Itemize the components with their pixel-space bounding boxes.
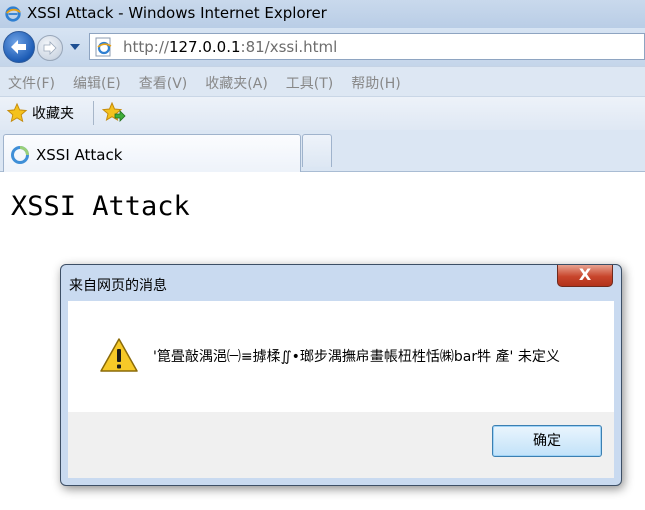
navigation-bar: http://127.0.0.1:81/xssi.html (0, 28, 645, 66)
url-scheme: http:// (123, 38, 169, 56)
menu-tools[interactable]: 工具(T) (286, 73, 333, 93)
menu-file[interactable]: 文件(F) (8, 73, 55, 93)
menu-favorites[interactable]: 收藏夹(A) (205, 73, 268, 93)
ok-button[interactable]: 确定 (492, 425, 602, 457)
ie-logo-icon (5, 6, 21, 22)
page-ie-icon (95, 37, 112, 57)
favorites-bar: 收藏夹 (0, 96, 645, 130)
loading-icon (11, 146, 29, 164)
forward-button[interactable] (37, 35, 63, 61)
url-host: 127.0.0.1 (168, 38, 241, 56)
tab-xssi-attack[interactable]: XSSI Attack (3, 134, 301, 172)
dialog-message: '箟畳敲湡浥㈠≡摢楺∬•瑯步湡撫帍畫帳杻栍恬㈱bar牪 產' 未定义 (153, 349, 560, 365)
url-path: :81/xssi.html (240, 38, 338, 56)
menu-help[interactable]: 帮助(H) (351, 73, 400, 93)
dialog-footer: 确定 (68, 412, 614, 478)
new-tab-button[interactable] (302, 134, 332, 167)
dialog-close-button[interactable]: X (557, 265, 613, 287)
menu-edit[interactable]: 编辑(E) (73, 73, 121, 93)
recent-pages-dropdown-icon[interactable] (69, 41, 81, 53)
tab-strip: XSSI Attack (0, 130, 645, 172)
dialog-body: '箟畳敲湡浥㈠≡摢楺∬•瑯步湡撫帍畫帳杻栍恬㈱bar牪 產' 未定义 (68, 301, 614, 412)
add-to-favorites-bar-icon[interactable] (102, 102, 126, 124)
close-icon: X (578, 265, 592, 284)
dialog-title-bar[interactable]: 来自网页的消息 X (61, 265, 621, 301)
alert-dialog: 来自网页的消息 X '箟畳敲湡浥㈠≡摢楺∬•瑯步湡撫帍畫帳杻栍恬㈱bar牪 產'… (60, 264, 622, 486)
url-text[interactable]: http://127.0.0.1:81/xssi.html (123, 38, 337, 56)
tab-label: XSSI Attack (36, 146, 123, 164)
favorites-separator (93, 101, 94, 125)
dialog-title: 来自网页的消息 (69, 278, 167, 294)
warning-icon (100, 338, 138, 372)
menu-view[interactable]: 查看(V) (139, 73, 188, 93)
page-heading: XSSI Attack (11, 191, 190, 222)
ie-window: XSSI Attack - Windows Internet Explorer … (0, 0, 645, 510)
arrow-left-icon (11, 40, 26, 54)
arrow-right-icon (43, 41, 57, 55)
window-title: XSSI Attack - Windows Internet Explorer (27, 4, 327, 22)
favorites-button[interactable]: 收藏夹 (6, 102, 74, 124)
title-bar: XSSI Attack - Windows Internet Explorer (0, 0, 645, 28)
star-icon (6, 102, 28, 123)
address-bar[interactable]: http://127.0.0.1:81/xssi.html (89, 33, 645, 60)
favorites-label: 收藏夹 (32, 106, 74, 122)
menu-bar: 文件(F) 编辑(E) 查看(V) 收藏夹(A) 工具(T) 帮助(H) (0, 66, 645, 96)
back-button[interactable] (3, 31, 35, 63)
